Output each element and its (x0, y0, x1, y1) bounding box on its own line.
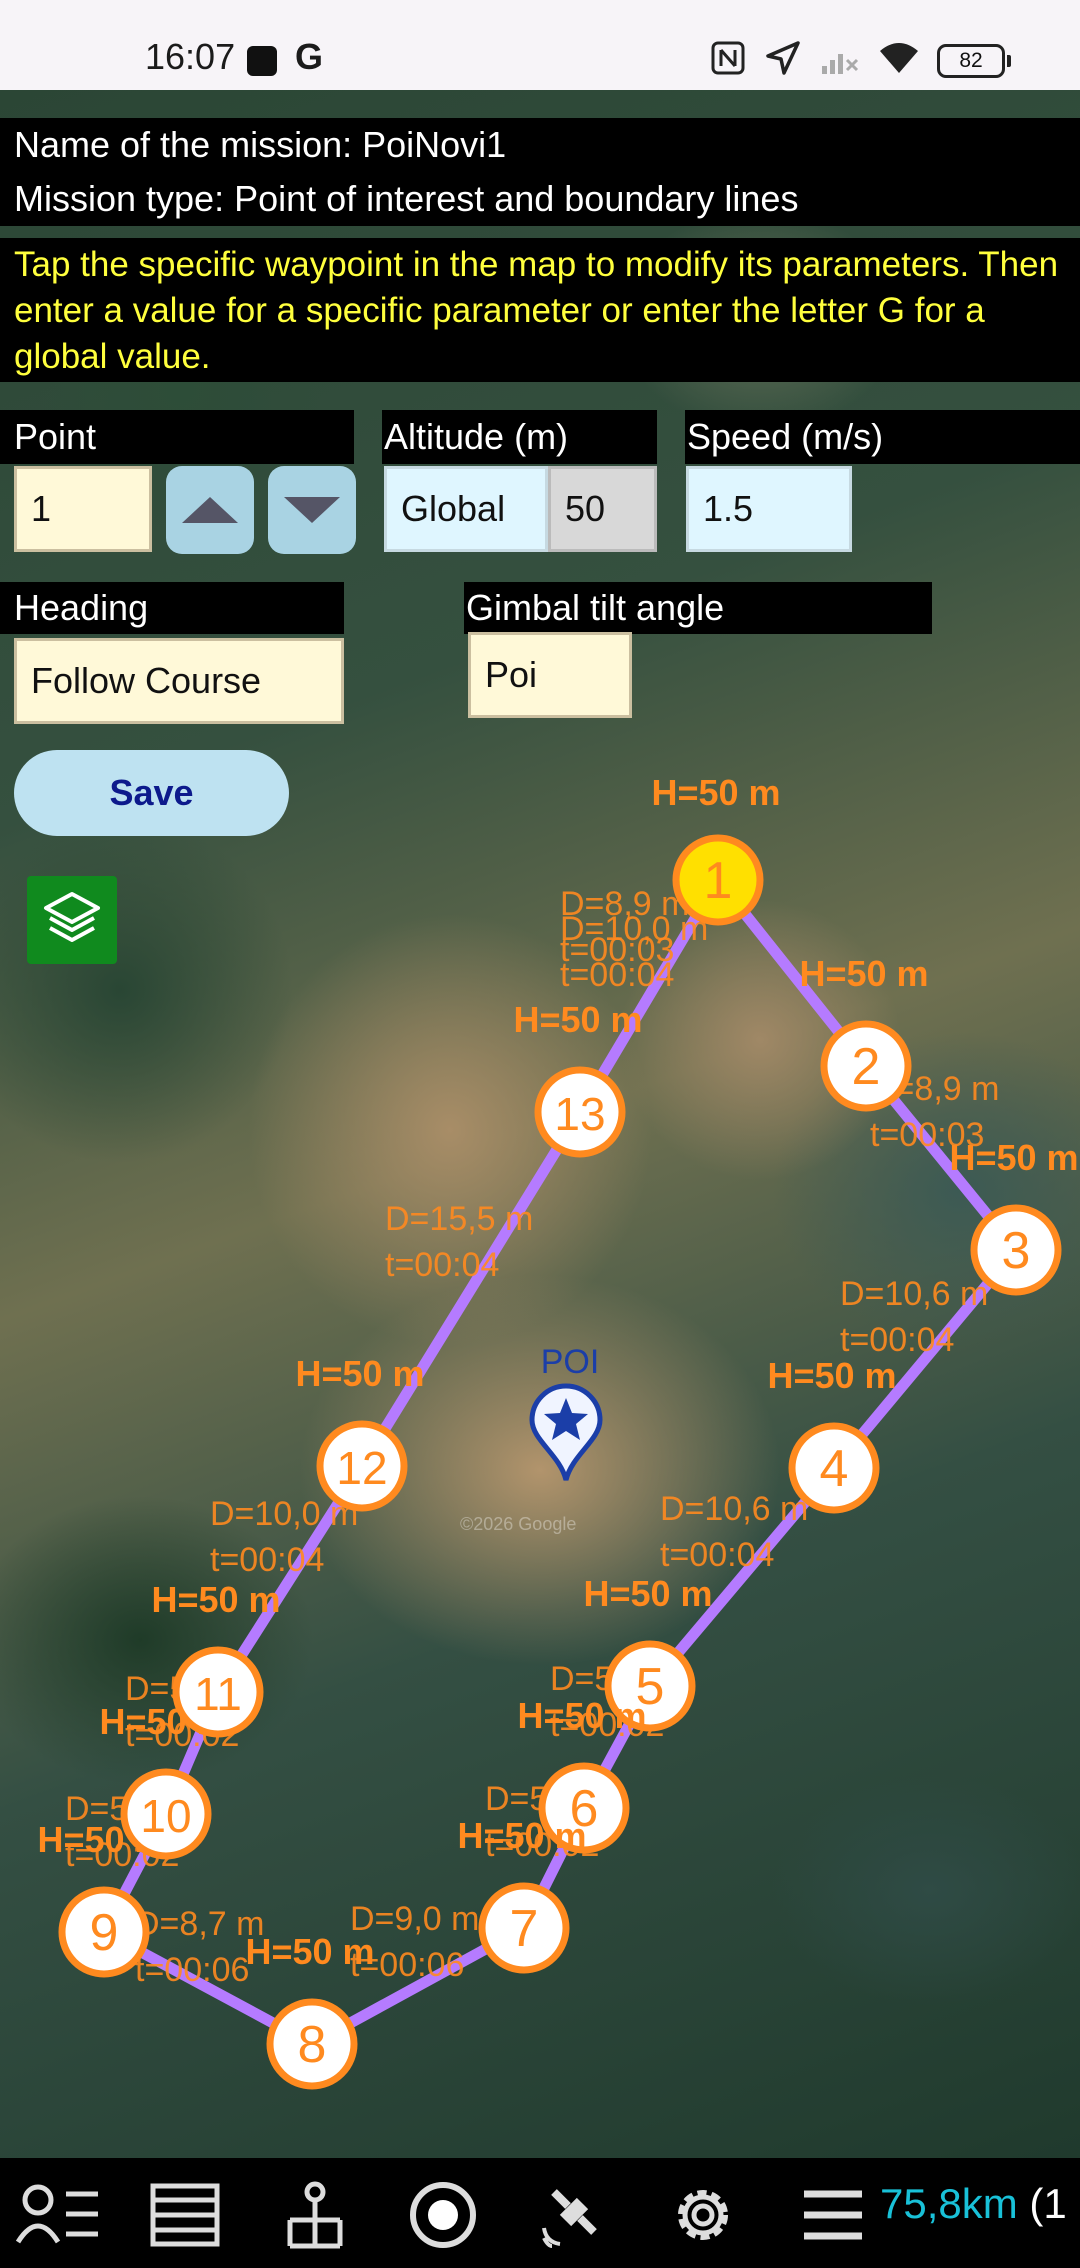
list-icon[interactable] (150, 2180, 220, 2250)
waypoint-number: 8 (298, 2016, 327, 2074)
instructions-text: Tap the specific waypoint in the map to … (0, 238, 1080, 382)
waypoint-height: H=50 m (583, 1573, 712, 1614)
gimbal-label: Gimbal tilt angle (464, 582, 932, 634)
layers-icon (44, 892, 100, 942)
segment-time: t=00:04 (660, 1536, 774, 1574)
notification-icon (247, 46, 277, 76)
segment-label: D=15,5 m t=00:04 (385, 1200, 533, 1284)
layers-button[interactable] (27, 876, 117, 964)
segment-time: t=00:04 (210, 1541, 324, 1579)
status-bar: 16:07 G 82 (0, 0, 1080, 90)
segment-time: t=00:04 (385, 1246, 499, 1284)
location-icon (766, 41, 800, 75)
segment-time: t=00:04 (560, 956, 674, 994)
waypoint-height: H=50 m (295, 1353, 424, 1394)
waypoint-13[interactable]: H=50 m 13 (513, 999, 643, 1158)
arrow-up-icon (182, 497, 238, 523)
waypoint-number: 12 (336, 1442, 387, 1494)
status-icons (710, 36, 920, 80)
segment-time: t=00:04 (840, 1321, 954, 1359)
satellite-icon[interactable] (538, 2180, 608, 2250)
poi-marker[interactable]: POI (529, 1343, 603, 1481)
status-time: 16:07 (145, 36, 236, 77)
waypoint-8[interactable]: H=50 m 8 (245, 1931, 375, 2090)
battery-icon: 82 (937, 44, 1011, 78)
distance-extra: (1 (1029, 2180, 1067, 2227)
heading-label: Heading (0, 582, 344, 634)
arrow-down-icon (284, 497, 340, 523)
record-icon[interactable] (408, 2180, 478, 2250)
speed-input[interactable]: 1.5 (686, 466, 852, 552)
google-icon: G (295, 36, 324, 77)
speed-label: Speed (m/s) (685, 410, 1080, 464)
waypoint-height: H=50 m (513, 999, 642, 1040)
segment-distance: D=15,5 m (385, 1200, 533, 1238)
mission-type: Mission type: Point of interest and boun… (14, 178, 799, 219)
waypoint-height: H=50 m (949, 1137, 1078, 1178)
altitude-value: 50 (548, 466, 657, 552)
waypoint-number: 10 (140, 1790, 191, 1842)
menu-icon[interactable] (798, 2180, 868, 2250)
point-input[interactable]: 1 (14, 466, 152, 552)
waypoint-number: 2 (852, 1038, 881, 1096)
waypoint-number: 11 (194, 1668, 242, 1720)
waypoint-number: 4 (820, 1440, 849, 1498)
waypoint-number: 1 (704, 852, 733, 910)
waypoint-12[interactable]: H=50 m 12 (295, 1353, 425, 1512)
mission-info: Name of the mission: PoiNovi1 Mission ty… (0, 118, 1080, 226)
distance-value: 75,8km (880, 2180, 1018, 2227)
waypoint-3[interactable]: H=50 m 3 (949, 1137, 1079, 1296)
waypoint-number: 7 (510, 1900, 539, 1958)
waypoint-height: H=50 m (651, 772, 780, 813)
point-label: Point (0, 410, 354, 464)
segment-distance: D=10,6 m (840, 1275, 988, 1313)
waypoint-4[interactable]: H=50 m 4 (767, 1355, 897, 1514)
waypoint-height: H=50 m (799, 953, 928, 994)
segment-time: t=00:06 (135, 1951, 249, 1989)
distance-readout: 75,8km (1 (880, 2180, 1067, 2228)
segment-distance: D=10,6 m (660, 1490, 808, 1528)
waypoint-height: H=50 m (151, 1579, 280, 1620)
mission-name: Name of the mission: PoiNovi1 (14, 124, 507, 165)
signal-icon (822, 54, 859, 74)
waypoint-height: H=50 m (767, 1355, 896, 1396)
altitude-label: Altitude (m) (382, 410, 657, 464)
survey-icon[interactable] (280, 2180, 350, 2250)
point-down-button[interactable] (268, 466, 356, 554)
save-button[interactable]: Save (14, 750, 289, 836)
settings-icon[interactable] (668, 2180, 738, 2250)
gimbal-input[interactable]: Poi (468, 632, 632, 718)
waypoint-number: 13 (554, 1088, 605, 1140)
waypoint-number: 9 (90, 1904, 119, 1962)
waypoint-height: H=50 m (457, 1815, 586, 1856)
waypoint-height: H=50 m (245, 1931, 374, 1972)
waypoint-7[interactable]: H=50 m 7 (457, 1815, 587, 1974)
point-up-button[interactable] (166, 466, 254, 554)
altitude-mode-input[interactable]: Global (384, 466, 548, 552)
user-list-icon[interactable] (16, 2180, 102, 2250)
poi-label: POI (541, 1343, 600, 1381)
waypoint-number: 3 (1002, 1222, 1031, 1280)
map-view[interactable]: D=8,9 m t=00:03 D=8,9 m t=00:03 D=10,6 m t=00… (0, 90, 1080, 2158)
segment-label: D=10,0 mt=00:04 (210, 1495, 358, 1579)
segment-distance: D=10,0 m (560, 910, 708, 948)
map-watermark: ©2026 Google (460, 1514, 576, 1534)
waypoint-height: H=50 m (517, 1695, 646, 1736)
heading-input[interactable]: Follow Course (14, 638, 344, 724)
nfc-icon (711, 41, 745, 75)
mission-route: D=8,9 mt=00:03D=8,9 mt=00:03D=10,6 mt=00… (37, 772, 1079, 2090)
wifi-icon (880, 43, 918, 73)
